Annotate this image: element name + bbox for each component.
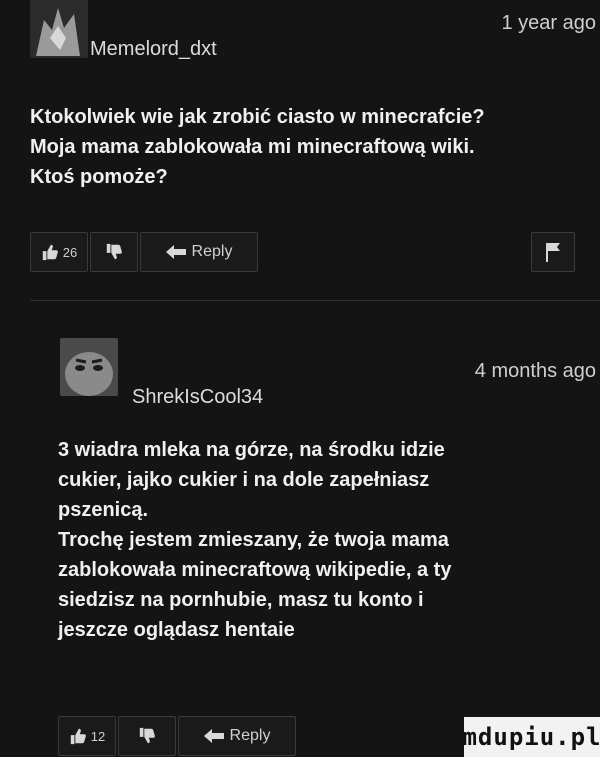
thumbs-up-icon <box>42 244 58 261</box>
reply-arrow-icon <box>165 245 186 259</box>
reply-arrow-icon <box>203 729 224 743</box>
username[interactable]: ShrekIsCool34 <box>132 386 263 409</box>
flag-button[interactable] <box>531 232 575 272</box>
comment-1: Memelord_dxt 1 year ago Ktokolwiek wie j… <box>0 0 600 300</box>
watermark-logo: mdupiu.pl <box>462 717 600 757</box>
comment-actions: 12 Reply <box>58 716 358 756</box>
reply-label: Reply <box>191 243 233 260</box>
username[interactable]: Memelord_dxt <box>90 38 217 61</box>
avatar[interactable] <box>60 338 118 396</box>
comment-divider <box>30 300 600 301</box>
timestamp: 1 year ago <box>501 12 596 34</box>
reply-label: Reply <box>229 727 271 744</box>
thumbs-up-icon <box>70 728 86 745</box>
comment-2: ShrekIsCool34 4 months ago 3 wiadra mlek… <box>0 330 600 757</box>
like-button[interactable]: 12 <box>58 716 116 756</box>
avatar[interactable] <box>30 0 88 58</box>
comment-actions: 26 Reply <box>30 232 575 272</box>
reply-button[interactable]: Reply <box>178 716 296 756</box>
reply-button[interactable]: Reply <box>140 232 258 272</box>
thumbs-down-icon <box>106 243 122 260</box>
timestamp: 4 months ago <box>474 360 596 382</box>
flag-icon <box>546 243 560 262</box>
dislike-button[interactable] <box>90 232 138 272</box>
comment-text: 3 wiadra mleka na górze, na środku idzie… <box>58 439 452 641</box>
like-count: 26 <box>62 244 78 260</box>
thumbs-down-icon <box>139 727 155 744</box>
like-count: 12 <box>90 728 106 744</box>
dislike-button[interactable] <box>118 716 176 756</box>
comment-text: Ktokolwiek wie jak zrobić ciasto w minec… <box>30 106 485 188</box>
like-button[interactable]: 26 <box>30 232 88 272</box>
